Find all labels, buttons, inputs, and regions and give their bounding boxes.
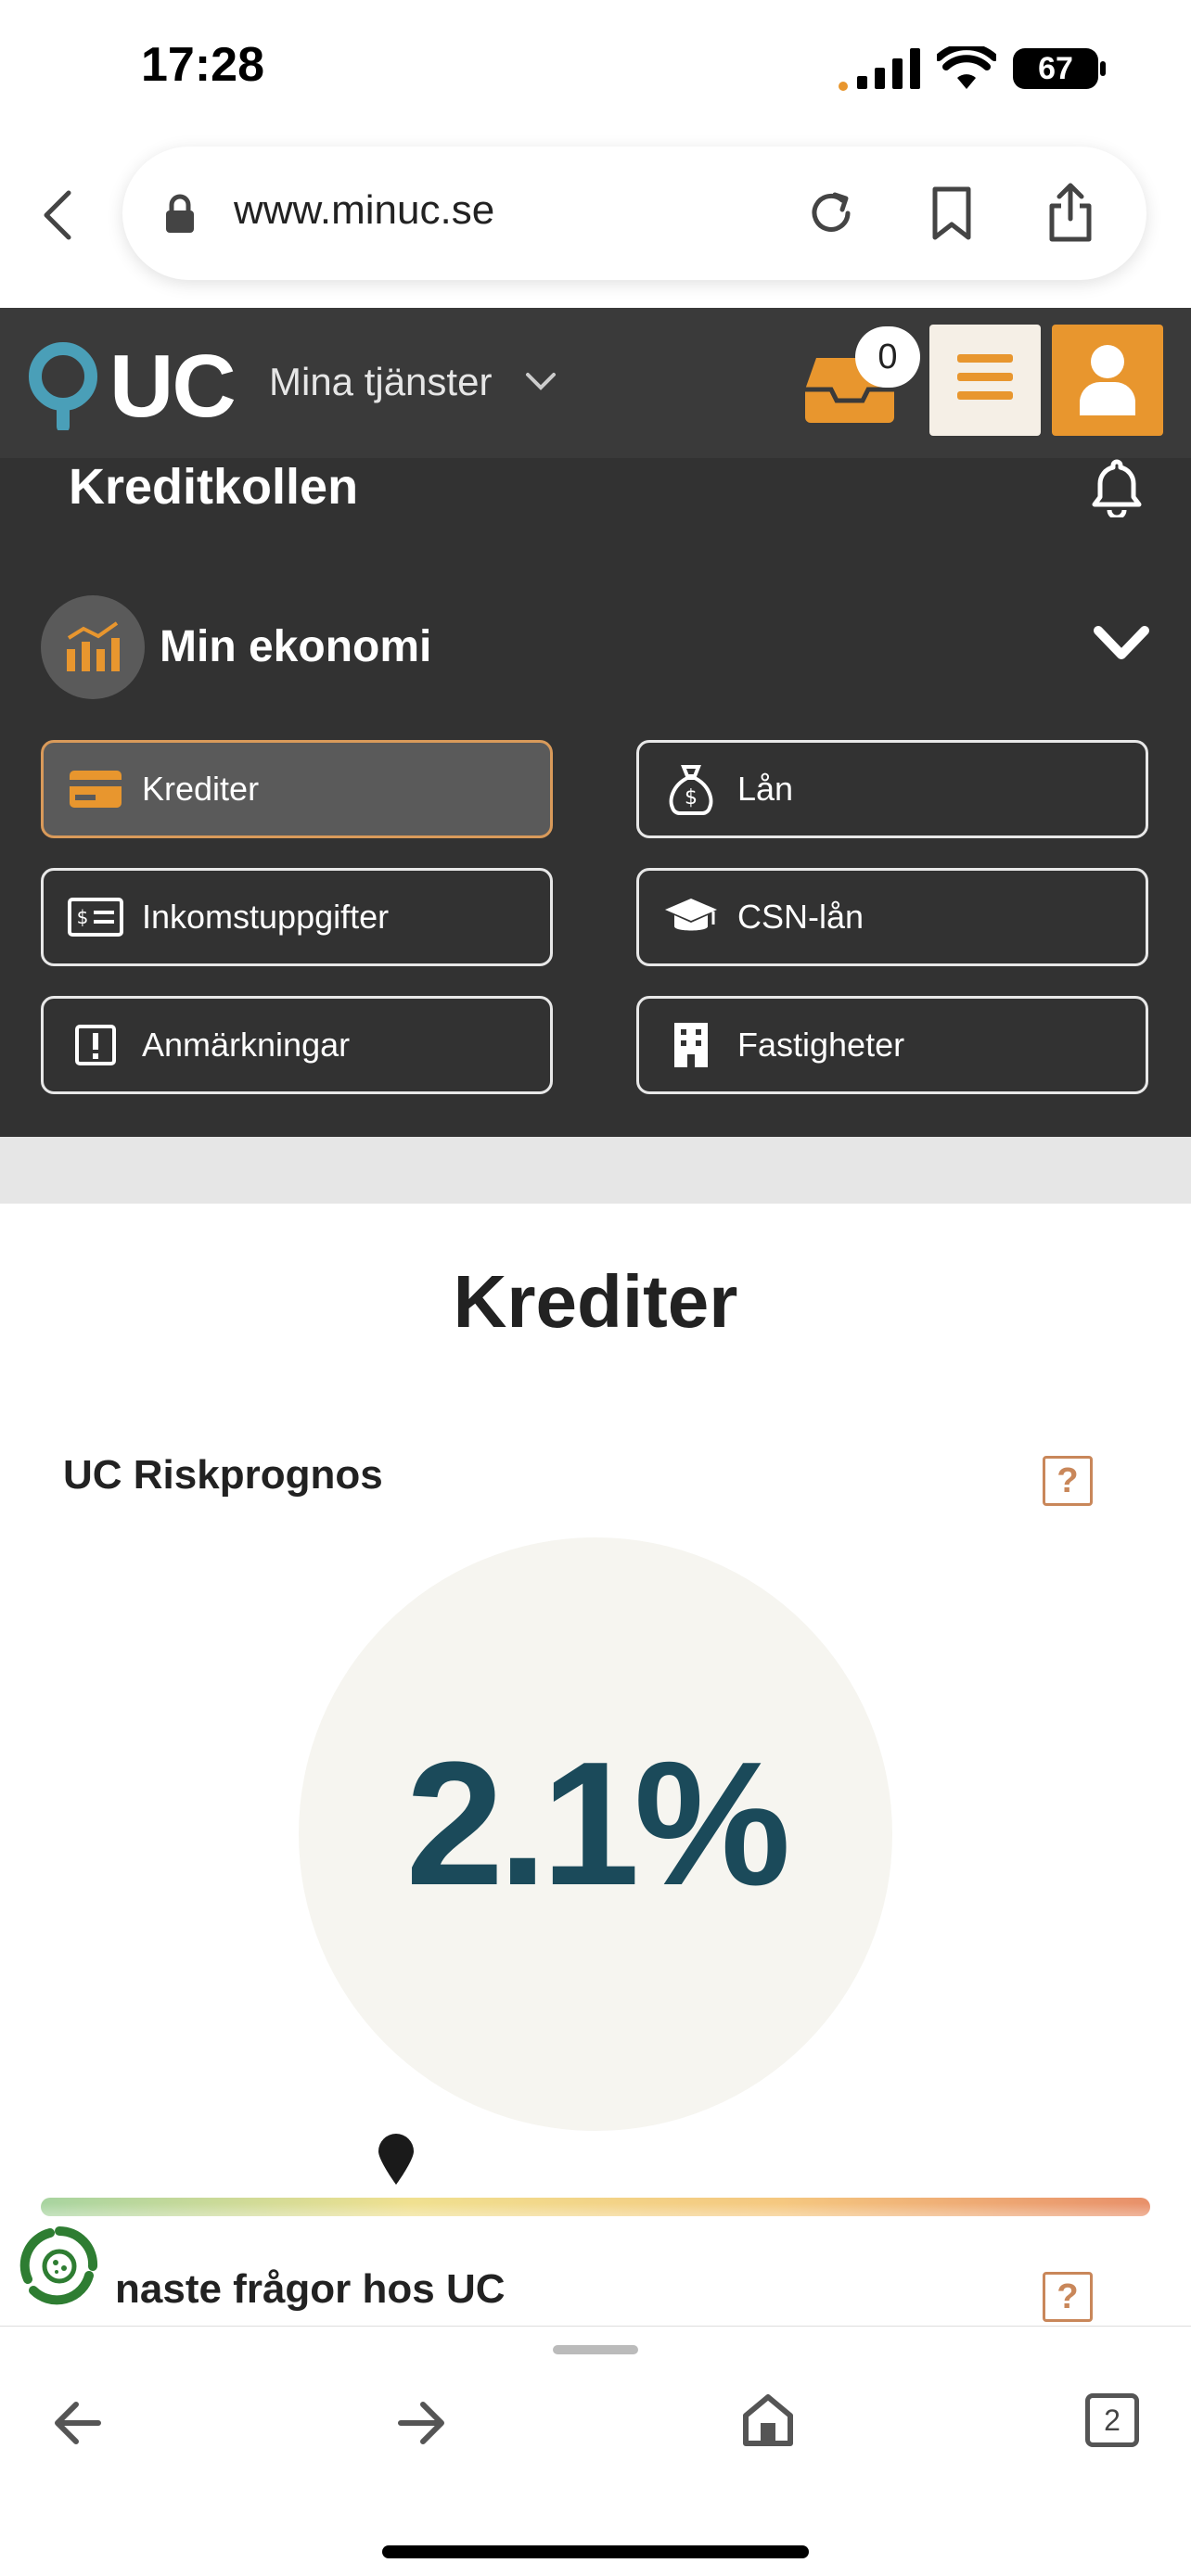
home-indicator [382,2545,809,2558]
fastigheter-button[interactable]: Fastigheter [636,996,1148,1094]
help-icon[interactable]: ? [1043,1456,1093,1506]
signal-icon [857,48,920,89]
status-time: 17:28 [141,38,264,92]
kreditkollen-panel: Kreditkollen Min ekonomi Krediter $ Lån … [0,458,1191,1137]
back-icon[interactable] [41,189,74,241]
inkomstuppgifter-label: Inkomstuppgifter [142,898,390,936]
bar-chart-icon [67,621,120,671]
privacy-dot-icon [839,82,848,91]
reload-icon[interactable] [803,185,859,241]
profile-button[interactable] [1052,325,1163,436]
inbox-badge: 0 [855,326,920,388]
income-icon: $ [68,889,123,945]
url-bar[interactable]: www.minuc.se [122,147,1146,280]
exclamation-icon [68,1017,123,1073]
lock-icon [166,194,194,233]
svg-text:$: $ [77,906,89,928]
building-icon [663,1017,719,1073]
browser-toolbar: 2 [0,2326,1191,2576]
uc-logo-icon[interactable] [28,341,98,430]
help-icon[interactable]: ? [1043,2272,1093,2322]
services-menu[interactable]: Mina tjänster [269,360,492,404]
csn-lan-label: CSN-lån [737,898,864,936]
share-icon[interactable] [1046,182,1095,243]
panel-title: Kreditkollen [69,459,359,515]
battery-tip [1100,61,1106,76]
recycle-icon[interactable] [19,2224,100,2309]
battery-icon: 67 [1013,48,1098,89]
url-text[interactable]: www.minuc.se [234,187,494,234]
drag-handle[interactable] [553,2345,638,2354]
forward-arrow-icon[interactable] [395,2397,447,2449]
lan-label: Lån [737,770,794,808]
graduation-cap-icon [663,889,719,945]
site-header: UC Mina tjänster 0 [0,308,1191,458]
wifi-icon [937,46,996,89]
section-divider [0,1137,1191,1204]
svg-text:$: $ [685,786,698,810]
home-icon[interactable] [740,2391,796,2449]
fastigheter-label: Fastigheter [737,1026,905,1064]
economy-icon-circle [41,595,145,699]
risk-label: UC Riskprognos [63,1452,383,1498]
credit-card-icon [68,761,123,817]
uc-logo-text[interactable]: UC [109,336,237,438]
krediter-label: Krediter [142,770,260,808]
menu-button[interactable] [929,325,1041,436]
chevron-down-icon[interactable] [525,371,557,391]
hamburger-icon [957,354,1013,400]
inkomstuppgifter-button[interactable]: $ Inkomstuppgifter [41,868,553,966]
next-section-label: naste frågor hos UC [115,2266,506,2312]
user-icon [1080,345,1135,415]
anmarkningar-label: Anmärkningar [142,1026,351,1064]
lan-button[interactable]: $ Lån [636,740,1148,838]
money-bag-icon: $ [663,761,719,817]
section-label[interactable]: Min ekonomi [160,621,431,672]
bookmark-icon[interactable] [929,185,974,241]
chevron-down-icon[interactable] [1093,625,1150,662]
status-bar: 17:28 67 [0,0,1191,139]
bell-icon[interactable] [1091,458,1143,517]
tabs-button[interactable]: 2 [1085,2393,1139,2447]
krediter-button[interactable]: Krediter [41,740,553,838]
risk-marker-icon [378,2134,414,2185]
csn-lan-button[interactable]: CSN-lån [636,868,1148,966]
page-heading: Krediter [453,1260,738,1343]
anmarkningar-button[interactable]: Anmärkningar [41,996,553,1094]
back-arrow-icon[interactable] [52,2397,104,2449]
risk-value: 2.1% [405,1726,790,1922]
